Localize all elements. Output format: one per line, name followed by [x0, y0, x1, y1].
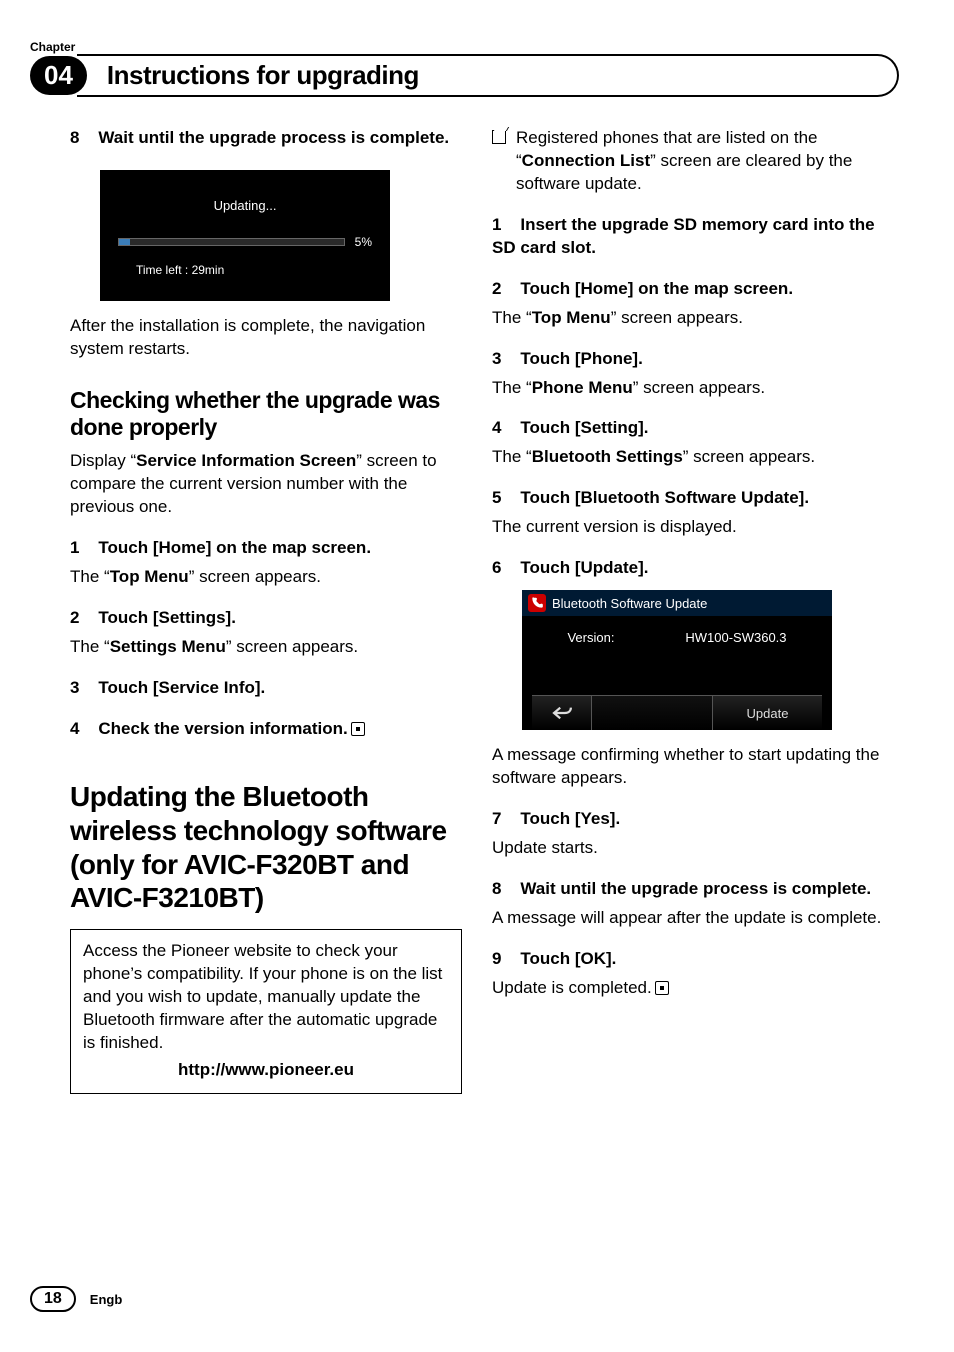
r-step-8: 8 Wait until the upgrade process is comp…	[492, 878, 884, 901]
back-button[interactable]	[532, 696, 592, 730]
back-arrow-icon	[551, 705, 573, 721]
language-code: Engb	[90, 1292, 123, 1307]
progress-percent: 5%	[355, 235, 372, 249]
r-step-3: 3 Touch [Phone].	[492, 348, 884, 371]
r-step-4-desc: The “Bluetooth Settings” screen appears.	[492, 446, 884, 469]
step-2: 2 Touch [Settings].	[70, 607, 462, 630]
chapter-label: Chapter	[30, 40, 884, 54]
after-install-text: After the installation is complete, the …	[70, 315, 462, 361]
bt-app-icon	[528, 594, 546, 612]
check-intro: Display “Service Information Screen” scr…	[70, 450, 462, 519]
r-step-1: 1 Insert the upgrade SD memory card into…	[492, 214, 884, 260]
bt-title: Bluetooth Software Update	[552, 596, 707, 611]
r-step-8-desc: A message will appear after the update i…	[492, 907, 884, 930]
end-icon	[655, 981, 669, 995]
step-2-desc: The “Settings Menu” screen appears.	[70, 636, 462, 659]
heading-check-upgrade: Checking whether the upgrade was done pr…	[70, 387, 462, 442]
footer: 18 Engb	[30, 1286, 122, 1312]
step-1-desc: The “Top Menu” screen appears.	[70, 566, 462, 589]
end-icon	[351, 722, 365, 736]
updating-label: Updating...	[118, 198, 372, 213]
time-left: Time left : 29min	[136, 263, 372, 277]
step-8: 8 Wait until the upgrade process is comp…	[70, 127, 462, 150]
r-step-5-desc: The current version is displayed.	[492, 516, 884, 539]
r-step-7-desc: Update starts.	[492, 837, 884, 860]
screenshot-bluetooth: Bluetooth Software Update Version: HW100…	[522, 590, 832, 730]
note-icon	[492, 130, 506, 144]
phone-icon	[530, 596, 544, 610]
r-step-9-desc: Update is completed.	[492, 977, 884, 1000]
step-1: 1 Touch [Home] on the map screen.	[70, 537, 462, 560]
chapter-title: Instructions for upgrading	[107, 60, 881, 91]
right-column: Registered phones that are listed on the…	[492, 127, 884, 1094]
bt-version-label: Version:	[567, 630, 614, 645]
r-step-6-desc: A message confirming whether to start up…	[492, 744, 884, 790]
r-step-4: 4 Touch [Setting].	[492, 417, 884, 440]
note-url: http://www.pioneer.eu	[83, 1059, 449, 1082]
r-step-2-desc: The “Top Menu” screen appears.	[492, 307, 884, 330]
bullet-text: Registered phones that are listed on the…	[516, 127, 884, 196]
heading-bluetooth: Updating the Bluetooth wireless technolo…	[70, 780, 462, 914]
update-button[interactable]: Update	[712, 696, 822, 730]
note-box: Access the Pioneer website to check your…	[70, 929, 462, 1095]
r-step-9: 9 Touch [OK].	[492, 948, 884, 971]
r-step-7: 7 Touch [Yes].	[492, 808, 884, 831]
bt-title-row: Bluetooth Software Update	[522, 590, 832, 616]
step-3: 3 Touch [Service Info].	[70, 677, 462, 700]
step-4: 4 Check the version information.	[70, 718, 462, 741]
r-step-6: 6 Touch [Update].	[492, 557, 884, 580]
step-text: Wait until the upgrade process is comple…	[98, 128, 449, 147]
step-num: 8	[70, 128, 79, 147]
chapter-title-wrap: Instructions for upgrading	[77, 54, 899, 97]
r-step-2: 2 Touch [Home] on the map screen.	[492, 278, 884, 301]
note-body: Access the Pioneer website to check your…	[83, 940, 449, 1055]
r-step-5: 5 Touch [Bluetooth Software Update].	[492, 487, 884, 510]
r-step-3-desc: The “Phone Menu” screen appears.	[492, 377, 884, 400]
note-bullet: Registered phones that are listed on the…	[492, 127, 884, 196]
progress-fill	[119, 239, 130, 245]
bt-version-value: HW100-SW360.3	[685, 630, 786, 645]
chapter-header: 04 Instructions for upgrading	[30, 54, 899, 97]
progress-bar	[118, 238, 345, 246]
screenshot-updating: Updating... 5% Time left : 29min	[100, 170, 390, 301]
page-number: 18	[30, 1286, 76, 1312]
left-column: 8 Wait until the upgrade process is comp…	[70, 127, 462, 1094]
